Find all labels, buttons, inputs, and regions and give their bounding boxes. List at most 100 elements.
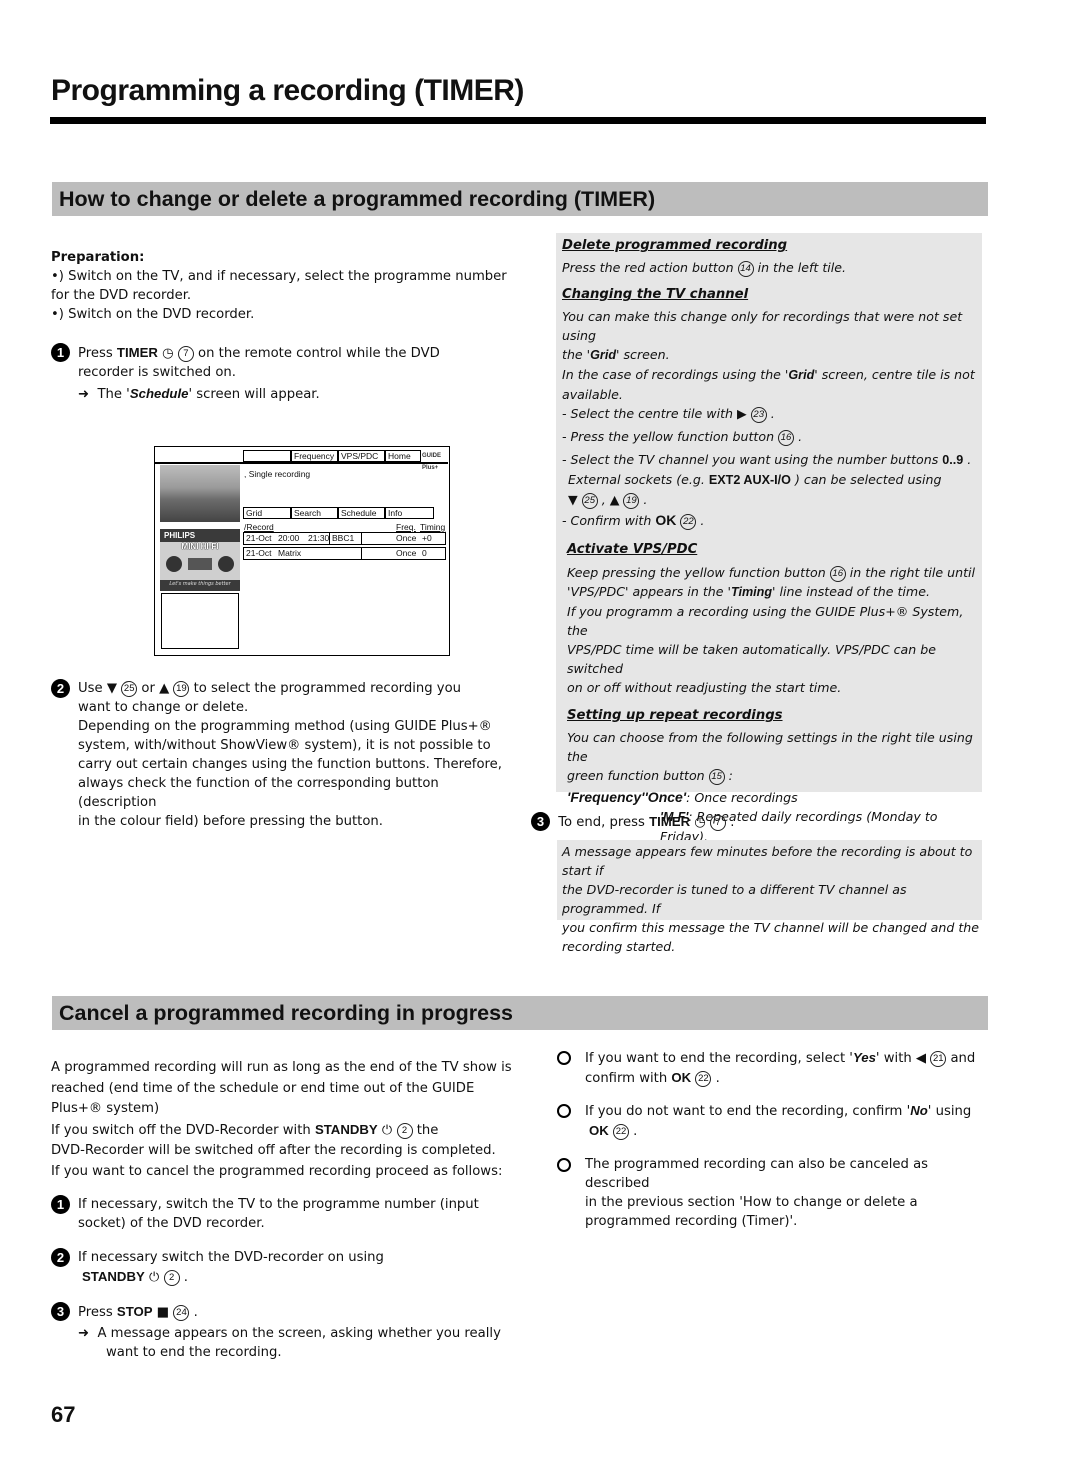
up-arrow-icon: ▲ — [609, 492, 620, 507]
note-text: recording started. — [562, 939, 676, 954]
screen-tab-empty — [243, 450, 291, 462]
screen-nav-search: Search — [291, 507, 338, 519]
channel-bullet: - Select the centre tile with ▶ 23 . — [562, 406, 775, 423]
note-text: the DVD-recorder is tuned to a different… — [562, 882, 907, 916]
step-text: Use — [78, 681, 107, 696]
button-number-badge: 25 — [121, 681, 138, 697]
text: ' screen. — [616, 347, 670, 362]
schedule-label: Schedule — [129, 386, 189, 401]
text: in the right tile until — [845, 565, 976, 580]
button-number-badge: 2 — [163, 1270, 180, 1286]
screen-subtitle: , Single recording — [244, 469, 311, 479]
text: Keep pressing the yellow function button — [567, 565, 830, 580]
left-arrow-icon: ◀ — [915, 1051, 927, 1066]
step-text: system, with/without ShowView® system), … — [78, 738, 491, 753]
row-timing: 0 — [422, 548, 427, 558]
row-end: 21:30 — [308, 533, 330, 543]
step-text: always check the function of the corresp… — [78, 776, 439, 810]
step-text: STANDBY ⏻ 2 . — [82, 1269, 188, 1286]
ad-product: MINI HI-FI — [181, 542, 219, 551]
step-text: in the colour field) before pressing the… — [78, 814, 383, 829]
row-freq: Once — [396, 548, 417, 558]
text: 'VPS/PDC' appears in the ' — [567, 584, 731, 599]
title-rule — [50, 117, 986, 124]
step-text: on the remote control while the DVD — [193, 346, 440, 361]
stop-key-label: STOP — [116, 1304, 153, 1319]
button-number-badge: 2 — [396, 1122, 413, 1139]
intro-text: A programmed recording will run as long … — [51, 1060, 512, 1075]
text: - Select the TV channel you want using t… — [562, 452, 943, 467]
button-number-badge: 19 — [623, 493, 640, 509]
text: in the left tile. — [753, 260, 847, 275]
ok-key-label: OK — [655, 512, 677, 528]
button-number-badge: 21 — [930, 1051, 947, 1067]
cancel-step-2: 2 If necessary switch the DVD-recorder o… — [51, 1248, 521, 1287]
schedule-row: 21-Oct Matrix Once 0 — [243, 547, 446, 560]
text: the — [412, 1122, 439, 1138]
speaker-right — [218, 556, 234, 572]
note-box: A message appears few minutes before the… — [557, 840, 982, 954]
button-number-badge: 7 — [177, 346, 194, 362]
row-freq: Once — [396, 533, 417, 543]
button-number-badge: 19 — [173, 681, 190, 697]
step-text: Depending on the programming method (usi… — [78, 719, 492, 734]
button-number-badge: 14 — [737, 261, 754, 277]
screen-tab-home: Home — [385, 450, 421, 462]
button-number-badge: 22 — [612, 1124, 629, 1140]
note-text: you confirm this message the TV channel … — [562, 920, 979, 935]
text: - Select the centre tile with — [562, 406, 738, 421]
power-icon: ⏻ — [381, 1122, 393, 1138]
stop-square-icon: ■ — [156, 1305, 170, 1320]
repeat-text: green function button 15 : — [562, 766, 982, 785]
step-text: recorder is switched on. — [78, 365, 236, 380]
row-date: 21-Oct — [246, 548, 272, 558]
option-once-desc: : Once recordings — [686, 790, 798, 805]
text: Press the red action button — [562, 260, 738, 275]
row-date: 21-Oct — [246, 533, 272, 543]
step-result: ➜ A message appears on the screen, askin… — [78, 1324, 521, 1343]
vps-heading: Activate VPS/PDC — [567, 542, 698, 557]
row-divider — [329, 533, 330, 544]
yes-label: Yes — [852, 1050, 876, 1065]
step-number: 3 — [51, 1302, 70, 1321]
section-heading-change-delete: How to change or delete a programmed rec… — [52, 182, 988, 216]
step-result: want to end the recording. — [106, 1345, 282, 1360]
step-text: carry out certain changes using the func… — [78, 757, 502, 772]
vps-text: Keep pressing the yellow function button… — [562, 563, 982, 582]
screen-tab-frequency: Frequency — [291, 450, 338, 462]
button-number-badge: 23 — [750, 407, 767, 423]
option-text: The programmed recording can also be can… — [585, 1157, 929, 1191]
row-title: Matrix — [278, 548, 302, 558]
row-start: 20:00 — [278, 533, 300, 543]
power-icon: ⏻ — [148, 1270, 160, 1285]
row-timing: +0 — [422, 533, 432, 543]
page-number: 67 — [51, 1402, 76, 1427]
result-text: ' screen will appear. — [188, 387, 320, 402]
text: ) can be selected using — [790, 472, 942, 487]
ext2-label: EXT2 AUX-I/O — [708, 473, 791, 487]
button-number-badge: 16 — [829, 566, 846, 582]
text: confirm with — [585, 1071, 672, 1086]
no-label: No — [910, 1103, 928, 1118]
prep-item: •) Switch on the DVD recorder. — [51, 307, 255, 322]
timer-key-label: TIMER — [649, 814, 691, 829]
text: and — [946, 1051, 976, 1066]
step-text: If necessary switch the DVD-recorder on … — [78, 1250, 384, 1265]
ok-key-label: OK — [671, 1070, 692, 1085]
arrow-right-icon: ➜ — [78, 387, 90, 402]
screen-nav-grid: Grid — [243, 507, 291, 519]
row-divider — [361, 548, 362, 559]
result-text: The ' — [97, 387, 130, 402]
button-number-badge: 24 — [173, 1305, 190, 1321]
ad-product-image: MINI HI-FI — [160, 542, 240, 580]
channel-heading: Changing the TV channel — [562, 287, 749, 302]
screen-divider — [155, 462, 448, 464]
prep-item: for the DVD recorder. — [51, 288, 192, 303]
grid-label: Grid — [590, 348, 617, 362]
schedule-screen-illustration: Frequency VPS/PDC Home GUIDE Plus+ PHILI… — [154, 446, 450, 656]
repeat-heading: Setting up repeat recordings — [567, 708, 783, 723]
info-tile-empty — [161, 593, 239, 649]
channel-bullet-cont: External sockets (e.g. EXT2 AUX-I/O ) ca… — [562, 470, 982, 490]
text: External sockets (e.g. — [568, 472, 709, 487]
text: ' with — [875, 1051, 916, 1066]
